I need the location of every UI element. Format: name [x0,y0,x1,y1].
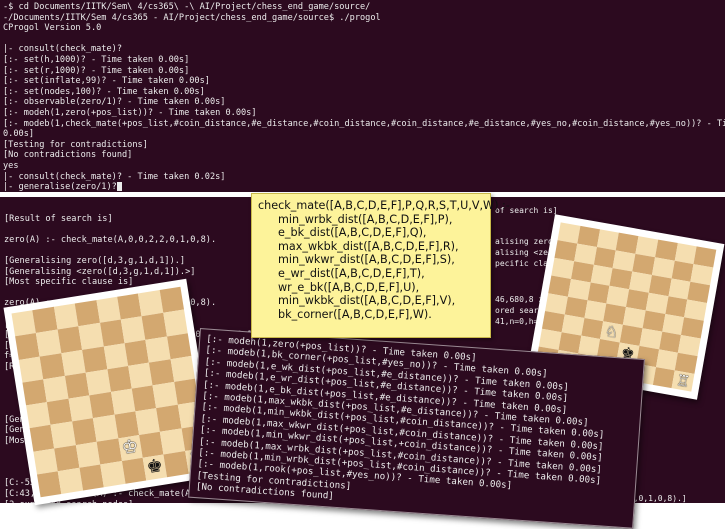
board-square [170,355,195,382]
terminal-line: [:- set(h,1000)? - Time taken 0.00s] [3,54,190,65]
board-square: ♖ [671,370,695,392]
board-square [162,309,188,337]
terminal-line: [:- set(nodes,100)? - Time taken 0.00s] [3,86,205,97]
terminal-line: |- generalise(zero/1)? [3,182,117,192]
terminal-line: [:- modeb(1,check_mate(+pos_list,#coin_d… [3,118,725,129]
clause-literal: min_wrbk_dist([A,B,C,D,E,F],P), [278,212,453,226]
terminal-line: [:- set(r,1000)? - Time taken 0.00s] [3,65,190,76]
top-terminal-output: -$ cd Documents/IITK/Sem\ 4/cs365\ -\ AI… [3,2,725,192]
chessboard-left: ♔♚♖ [3,278,218,506]
board-square [166,332,192,360]
clause-literal: e_bk_dist([A,B,C,D,E,F],Q), [278,226,427,240]
terminal-line: [No contradictions found] [3,150,133,161]
terminal-line: 0.00s] [3,129,35,140]
clause-literal: wr_e_bk([A,B,C,D,E,F],U), [278,280,420,294]
terminal-cursor [116,182,122,192]
terminal-line: CProgol Version 5.0 [3,23,102,34]
clause-body: min_wrbk_dist([A,B,C,D,E,F],P), e_bk_dist… [258,213,484,322]
mode-declarations-output: [:- modeh(1,zero(+pos_list))? - Time tak… [196,333,638,522]
check-mate-clause-card: check_mate([A,B,C,D,E,F],P,Q,R,S,T,U,V,W… [251,193,510,338]
clause-literal: e_wr_dist([A,B,C,D,E,F],T), [278,266,425,280]
terminal-line: |- consult(check_mate)? - Time taken 0.0… [3,171,226,182]
black-king-icon: ♚ [145,455,165,479]
board-square [159,286,185,314]
terminal-line: [:- set(inflate,99)? - Time taken 0.00s] [3,76,210,87]
terminal-line: [:- observable(zero/1)? - Time taken 0.0… [3,97,226,108]
terminal-line-fragment: 46,680,8 z [495,295,544,304]
terminal-line: yes [3,160,19,171]
chessboard-left-grid: ♔♚♖ [11,286,210,498]
clause-literal: bk_corner([A,B,C,D,E,F],W). [278,307,432,321]
white-king-icon: ♔ [120,435,140,459]
clause-head: check_mate([A,B,C,D,E,F],P,Q,R,S,T,U,V,W… [258,199,510,212]
terminal-line: -/Documents/IITK/Sem 4/cs365 - AI/Projec… [3,12,381,23]
terminal-line: [Testing for contradictions] [3,139,148,150]
terminal-line: [:- modeh(1,zero(+pos_list))? - Time tak… [3,107,257,118]
clause-literal: min_wkwr_dist([A,B,C,D,E,F],S), [278,253,455,267]
clause-literal: min_wkbk_dist([A,B,C,D,E,F],V), [278,294,456,308]
terminal-line: |- consult(check_mate)? [3,44,122,55]
white-rook-icon: ♖ [675,370,692,391]
top-terminal-window[interactable]: -$ cd Documents/IITK/Sem\ 4/cs365\ -\ AI… [0,0,725,192]
white-knight-icon: ♘ [603,321,620,342]
mode-declarations-terminal: [:- modeh(1,zero(+pos_list))? - Time tak… [188,328,645,529]
clause-literal: max_wkbk_dist([A,B,C,D,E,F],R), [278,239,459,253]
terminal-line: -$ cd Documents/IITK/Sem\ 4/cs365\ -\ AI… [3,2,371,12]
